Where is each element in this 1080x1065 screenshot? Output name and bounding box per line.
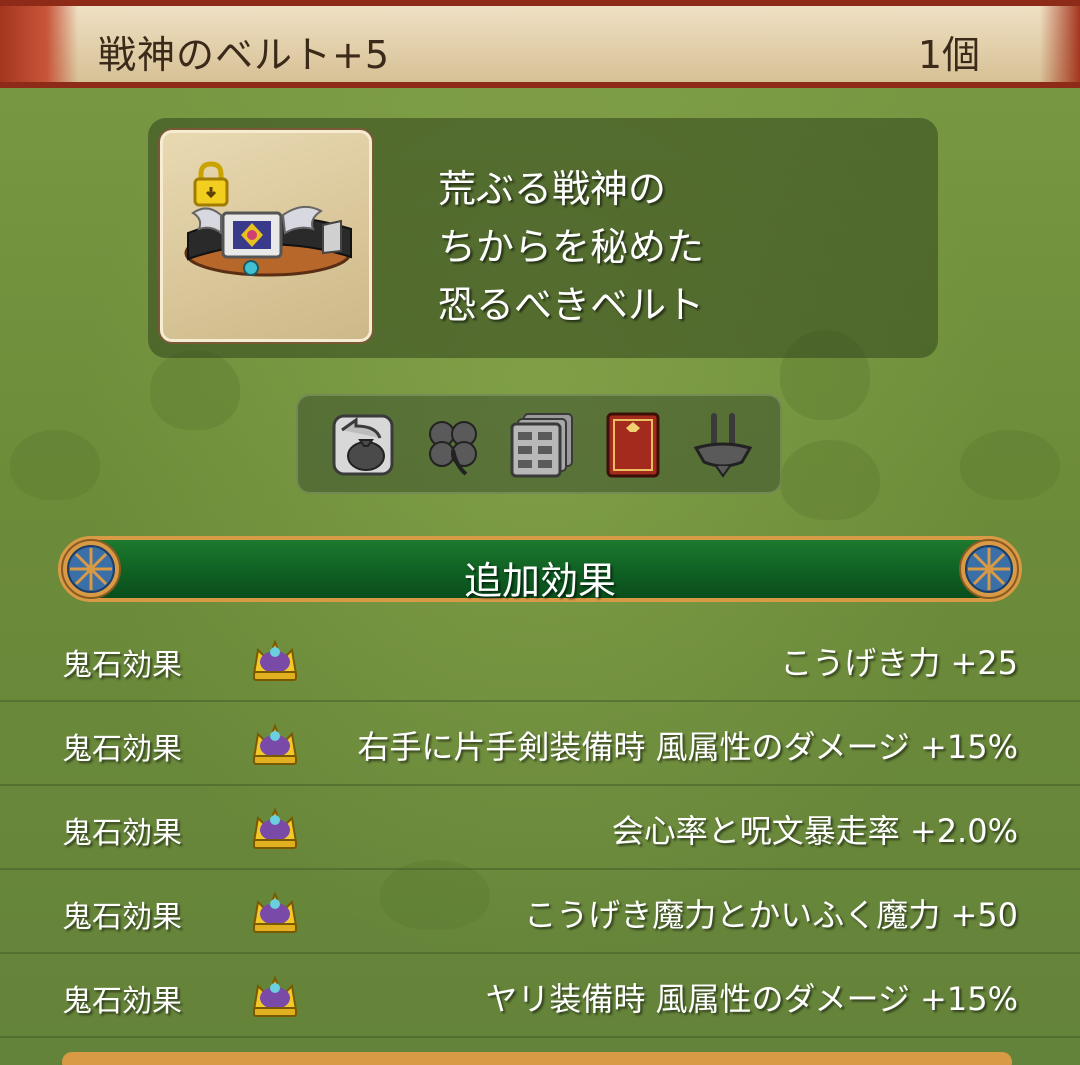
wheel-ornament-icon [959,539,1019,599]
effect-label: 鬼石効果 [62,984,182,1019]
effect-row: 鬼石効果 右手に片手剣装備時 風属性のダメージ +15% [0,702,1080,786]
item-name: 戦神のベルト+5 [98,33,391,77]
section-banner: 追加効果 [58,536,1022,603]
background-motif [960,430,1060,500]
crown-icon [252,723,298,765]
effect-row: 鬼石効果 会心率と呪文暴走率 +2.0% [0,786,1080,870]
clover-icon[interactable] [418,410,488,480]
wheel-ornament-icon [61,539,121,599]
crown-icon [252,807,298,849]
effect-value: こうげき力 +25 [780,644,1018,682]
effect-label: 鬼石効果 [62,816,182,851]
description-line: 荒ぶる戦神の [438,167,667,211]
crown-icon [252,891,298,933]
section-title: 追加効果 [463,559,616,603]
crown-icon [252,639,298,681]
item-description: 荒ぶる戦神の ちからを秘めた 恐るべきベルト [438,160,704,334]
effect-label: 鬼石効果 [62,900,182,935]
description-line: ちからを秘めた [438,225,705,269]
crown-icon [252,975,298,1017]
effect-label: 鬼石効果 [62,732,182,767]
storage-drawers-icon[interactable] [508,410,578,480]
title-bar: 戦神のベルト+5 1個 [0,0,1080,88]
item-icon-frame[interactable] [160,130,372,342]
item-property-icons [296,394,782,494]
red-book-icon[interactable] [598,410,668,480]
effect-value: ヤリ装備時 風属性のダメージ +15% [485,980,1018,1018]
description-line: 恐るべきベルト [438,283,705,327]
effect-row: 鬼石効果 ヤリ装備時 風属性のダメージ +15% [0,954,1080,1038]
bag-return-icon[interactable] [328,410,398,480]
background-motif [780,440,880,520]
effect-row: 鬼石効果 こうげき力 +25 [0,618,1080,702]
item-detail-screen: 戦神のベルト+5 1個 荒ぶる戦神の ちからを秘めた 恐るべきベルト 追加効果 … [0,0,1080,1065]
background-motif [150,350,240,430]
effect-row: 鬼石効果 こうげき魔力とかいふく魔力 +50 [0,870,1080,954]
background-motif [10,430,100,500]
effect-value: 会心率と呪文暴走率 +2.0% [611,812,1018,850]
effect-label: 鬼石効果 [62,648,182,683]
effect-value: 右手に片手剣装備時 風属性のダメージ +15% [357,728,1018,766]
padlock-icon [193,161,229,207]
effect-value: こうげき魔力とかいふく魔力 +50 [524,896,1018,934]
item-count: 1個 [917,33,980,77]
belt-anvil-icon[interactable] [688,410,758,480]
next-section-banner-edge [62,1052,1012,1065]
